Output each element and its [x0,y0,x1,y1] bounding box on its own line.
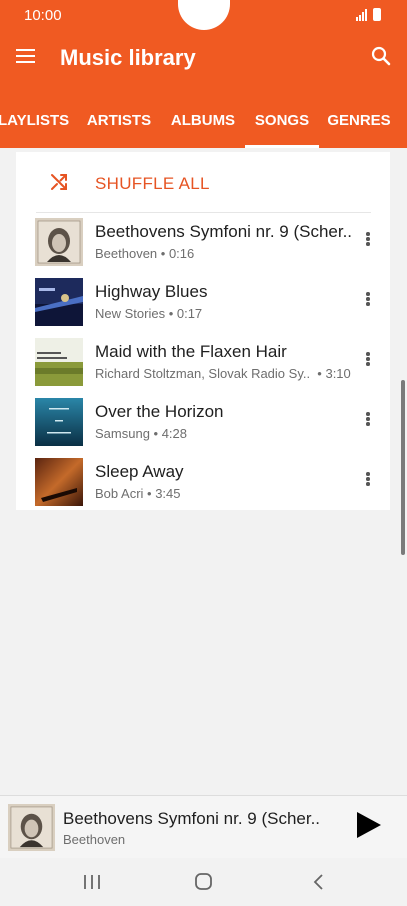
album-art-sleep-away [35,458,83,506]
now-playing-bar[interactable]: Beethovens Symfoni nr. 9 (Scher.. Beetho… [0,795,407,858]
tab-albums[interactable]: ALBUMS [167,100,239,148]
song-title: Over the Horizon [95,402,224,421]
back-icon[interactable] [308,872,330,892]
status-icons [356,8,381,21]
song-title: Beethovens Symfoni nr. 9 (Scher.. [95,222,353,241]
song-row[interactable]: Highway Blues New Stories • 0:17 [16,272,390,332]
song-row[interactable]: Maid with the Flaxen Hair Richard Stoltz… [16,332,390,392]
app-header: Music library [0,30,407,90]
app-top-bar: 10:00 Music library LAYLISTS ARTISTS ALB… [0,0,407,148]
shuffle-all-label: SHUFFLE ALL [95,174,210,193]
more-options-icon[interactable] [364,352,372,372]
album-art-richard-stoltzman [35,338,83,386]
song-title: Maid with the Flaxen Hair [95,342,287,361]
song-subtitle: Beethoven • 0:16 [95,246,195,261]
tab-artists[interactable]: ARTISTS [83,100,155,148]
more-options-icon[interactable] [364,472,372,492]
song-subtitle: Bob Acri • 3:45 [95,486,181,501]
song-list: SHUFFLE ALL Beethovens Symfoni nr. 9 (Sc… [16,152,390,510]
song-row[interactable]: Sleep Away Bob Acri • 3:45 [16,452,390,512]
song-title: Highway Blues [95,282,208,301]
play-icon[interactable] [353,810,383,840]
shuffle-icon [51,174,67,190]
tab-songs[interactable]: SONGS [245,100,319,148]
camera-notch [178,0,230,30]
song-row[interactable]: Beethovens Symfoni nr. 9 (Scher.. Beetho… [16,212,390,272]
page-title: Music library [60,45,196,70]
now-playing-artist: Beethoven [63,832,126,847]
song-title: Sleep Away [95,462,184,481]
status-bar: 10:00 [0,0,407,30]
hamburger-menu-icon[interactable] [16,46,40,70]
status-time: 10:00 [24,7,62,24]
more-options-icon[interactable] [364,412,372,432]
battery-icon [373,8,381,21]
signal-icon [356,9,367,21]
song-subtitle: Richard Stoltzman, Slovak Radio Sy.. • 3… [95,366,351,381]
album-art-highway-blues [35,278,83,326]
more-options-icon[interactable] [364,292,372,312]
album-art-beethoven [35,218,83,266]
scrollbar[interactable] [401,380,405,555]
song-row[interactable]: Over the Horizon Samsung • 4:28 [16,392,390,452]
search-icon[interactable] [369,44,393,68]
system-nav-bar [0,858,407,906]
tab-genres[interactable]: GENRES [325,100,393,148]
now-playing-title: Beethovens Symfoni nr. 9 (Scher.. [63,809,321,828]
album-art-over-the-horizon [35,398,83,446]
tab-playlists[interactable]: LAYLISTS [0,100,69,148]
now-playing-album-art [8,804,55,851]
library-tabs: LAYLISTS ARTISTS ALBUMS SONGS GENRES [0,100,407,148]
recent-apps-icon[interactable] [81,872,103,892]
song-subtitle: Samsung • 4:28 [95,426,188,441]
home-icon[interactable] [193,872,215,892]
shuffle-all-button[interactable]: SHUFFLE ALL [16,152,390,212]
more-options-icon[interactable] [364,232,372,252]
song-subtitle: New Stories • 0:17 [95,306,203,321]
